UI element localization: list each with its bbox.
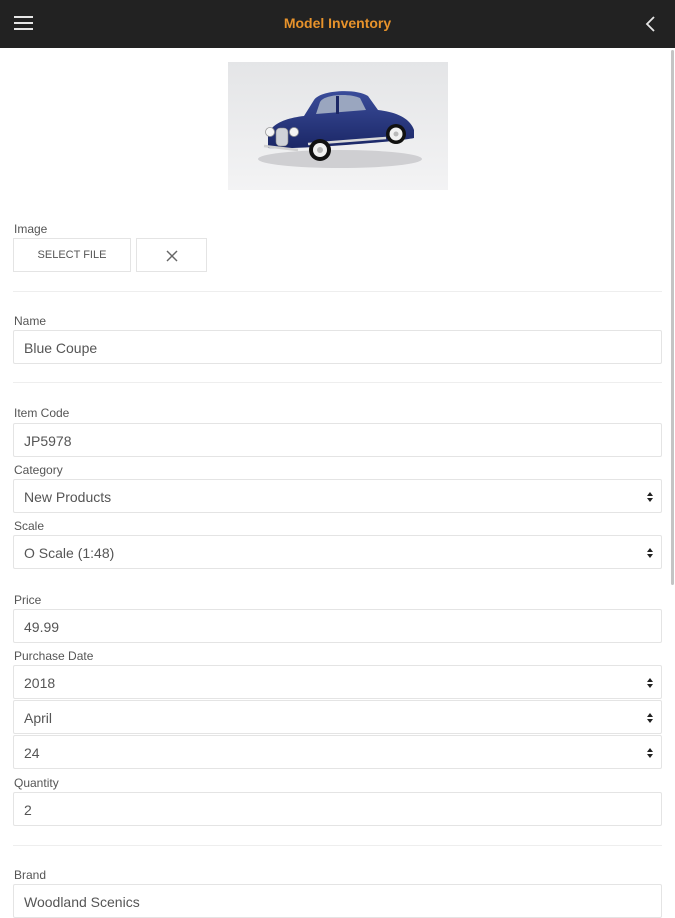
scale-value: O Scale (1:48) [24,545,115,561]
select-arrows-icon [647,713,653,723]
divider [13,845,662,846]
scale-label: Scale [14,519,45,533]
app-header: Model Inventory [0,0,675,48]
item-code-field[interactable]: JP5978 [13,423,662,457]
price-value: 49.99 [24,619,60,635]
select-arrows-icon [647,748,653,758]
category-value: New Products [24,489,112,505]
purchase-month-select[interactable]: April [13,700,662,734]
divider [13,382,662,383]
quantity-field[interactable]: 2 [13,792,662,826]
image-label: Image [14,222,48,236]
select-arrows-icon [647,548,653,558]
purchase-day-select[interactable]: 24 [13,735,662,769]
select-arrows-icon [647,678,653,688]
select-arrows-icon [647,492,653,502]
item-code-value: JP5978 [24,433,72,449]
purchase-date-label: Purchase Date [14,649,94,663]
brand-label: Brand [14,868,47,882]
purchase-day-value: 24 [24,745,40,761]
select-file-button[interactable]: SELECT FILE [13,238,131,272]
brand-value: Woodland Scenics [24,894,140,910]
close-icon [166,250,178,262]
category-select[interactable]: New Products [13,479,662,513]
category-label: Category [14,463,63,477]
quantity-value: 2 [24,802,32,818]
quantity-label: Quantity [14,776,59,790]
scrollbar[interactable] [671,50,674,585]
purchase-year-value: 2018 [24,675,56,691]
name-field[interactable]: Blue Coupe [13,330,662,364]
chevron-left-icon[interactable] [641,12,661,36]
scale-select[interactable]: O Scale (1:48) [13,535,662,569]
price-label: Price [14,593,42,607]
product-image [228,62,448,190]
price-field[interactable]: 49.99 [13,609,662,643]
divider [13,291,662,292]
purchase-year-select[interactable]: 2018 [13,665,662,699]
clear-image-button[interactable] [136,238,207,272]
name-label: Name [14,314,47,328]
purchase-month-value: April [24,710,53,726]
brand-field[interactable]: Woodland Scenics [13,884,662,918]
item-code-label: Item Code [14,406,70,420]
page-title: Model Inventory [283,15,392,31]
name-value: Blue Coupe [24,340,98,356]
